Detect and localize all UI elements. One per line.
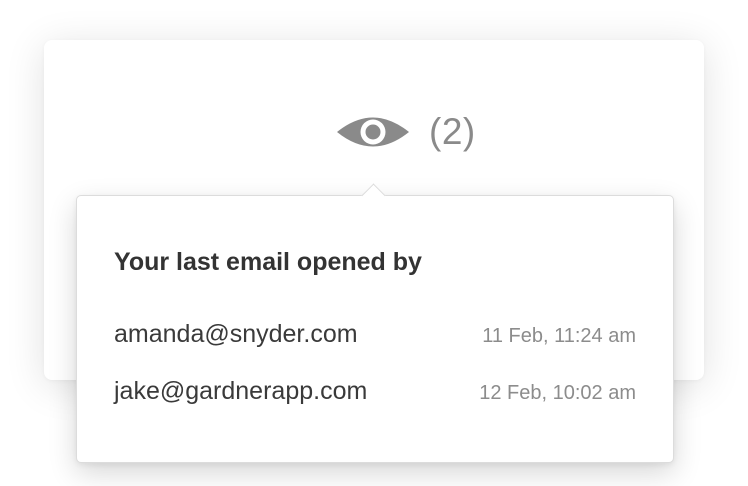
opened-timestamp: 12 Feb, 10:02 am (479, 382, 636, 404)
eye-icon (337, 117, 409, 147)
popover-title: Your last email opened by (114, 248, 422, 276)
list-item: amanda@snyder.com 11 Feb, 11:24 am (114, 320, 636, 349)
open-count: (2) (429, 111, 476, 152)
list-item: jake@gardnerapp.com 12 Feb, 10:02 am (114, 377, 636, 406)
opened-by-popover: Your last email opened by amanda@snyder.… (76, 183, 674, 463)
open-count-indicator[interactable]: (2) (336, 110, 476, 154)
recipient-email: amanda@snyder.com (114, 320, 358, 348)
recipient-email: jake@gardnerapp.com (114, 377, 368, 405)
opened-timestamp: 11 Feb, 11:24 am (482, 325, 636, 347)
